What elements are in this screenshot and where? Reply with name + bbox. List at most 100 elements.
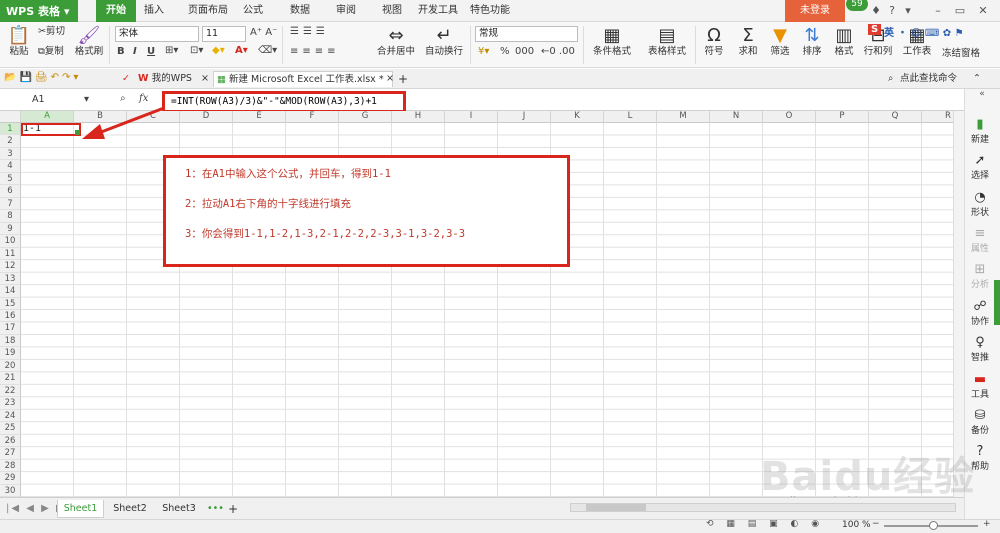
sheet-tab-2[interactable]: Sheet2: [108, 500, 152, 518]
row-header[interactable]: 11: [0, 247, 21, 261]
column-header[interactable]: L: [604, 111, 657, 123]
sogou-s-icon[interactable]: S: [868, 24, 882, 35]
row-header[interactable]: 2: [0, 135, 21, 148]
close-tab-icon[interactable]: ×: [386, 71, 394, 87]
row-header[interactable]: 17: [0, 322, 21, 335]
help-icon[interactable]: ?: [884, 3, 900, 19]
font-color-icon[interactable]: A▾: [235, 45, 248, 56]
comma-style-icon[interactable]: 000: [515, 46, 534, 57]
sidebar-item-tools[interactable]: ▬ 工具: [964, 373, 996, 401]
close-icon[interactable]: ✕: [975, 3, 991, 19]
vertical-align-icons[interactable]: ☰☰☰: [290, 26, 329, 37]
tab-my-wps[interactable]: W 我的WPS: [138, 71, 208, 87]
sort-button[interactable]: ⇅ 排序: [798, 26, 826, 58]
row-header[interactable]: 22: [0, 384, 21, 398]
row-header[interactable]: 24: [0, 409, 21, 423]
select-all-corner[interactable]: [0, 111, 21, 123]
symbol-button[interactable]: Ω 符号: [700, 26, 728, 58]
sheet-tab-3[interactable]: Sheet3: [157, 500, 201, 518]
merge-center-button[interactable]: ⇔ 合并居中: [374, 26, 418, 58]
sidebar-item-select[interactable]: ➚ 选择: [964, 154, 996, 182]
row-header[interactable]: 14: [0, 285, 21, 298]
bold-icon[interactable]: B: [117, 46, 125, 57]
border-icon[interactable]: ⊞▾: [165, 45, 178, 56]
number-format-select[interactable]: 常规: [475, 26, 578, 42]
italic-icon[interactable]: I: [133, 46, 137, 57]
vertical-scrollbar[interactable]: [953, 111, 964, 497]
horizontal-scroll-thumb[interactable]: [586, 504, 646, 511]
row-header[interactable]: 26: [0, 434, 21, 448]
merge-cells-icon[interactable]: ⊡▾: [190, 45, 203, 56]
tab-insert[interactable]: 插入: [140, 0, 168, 22]
font-select[interactable]: 宋体: [115, 26, 199, 42]
percent-icon[interactable]: %: [500, 46, 510, 57]
notification-badge[interactable]: 59: [846, 0, 868, 11]
sidebar-item-properties[interactable]: ≡ 属性: [964, 227, 996, 255]
pin-icon[interactable]: ✓: [122, 71, 130, 87]
tab-workbook[interactable]: ▦ 新建 Microsoft Excel 工作表.xlsx *: [213, 71, 393, 87]
insert-function-icon[interactable]: fx: [139, 93, 148, 104]
column-header[interactable]: F: [286, 111, 339, 123]
sidebar-item-backup[interactable]: ⛁ 备份: [964, 409, 996, 437]
column-header[interactable]: O: [763, 111, 816, 123]
freeze-panes-button[interactable]: 冻结窗格: [938, 48, 984, 60]
row-header[interactable]: 3: [0, 147, 21, 161]
login-button[interactable]: 未登录: [785, 0, 845, 22]
row-header[interactable]: 13: [0, 272, 21, 286]
row-header[interactable]: 1: [0, 123, 21, 136]
row-header[interactable]: 30: [0, 484, 21, 497]
view-mode-icons[interactable]: ⟲ ▦ ▤ ▣ ◐ ◉: [706, 519, 824, 529]
sidebar-item-collab[interactable]: ☍ 协作: [964, 300, 996, 328]
row-header[interactable]: 20: [0, 359, 21, 373]
tab-features[interactable]: 特色功能: [470, 0, 510, 22]
row-header[interactable]: 10: [0, 235, 21, 248]
row-header[interactable]: 25: [0, 422, 21, 435]
zoom-icon[interactable]: ⌕: [120, 93, 126, 104]
ime-chinese-icon[interactable]: 英 ・ ☺ ⌨ ✿ ⚑: [884, 24, 964, 39]
row-header[interactable]: 7: [0, 197, 21, 211]
row-header[interactable]: 21: [0, 372, 21, 385]
quick-access-icons[interactable]: 📂💾🖨↶↷▾: [4, 72, 81, 83]
close-tab-icon[interactable]: ×: [201, 71, 209, 87]
paste-button[interactable]: 📋 粘贴: [6, 26, 32, 58]
sheet-tab-1[interactable]: Sheet1: [57, 500, 104, 518]
sum-button[interactable]: Σ 求和: [734, 26, 762, 58]
table-style-button[interactable]: ▤ 表格样式: [643, 26, 691, 58]
row-header[interactable]: 5: [0, 172, 21, 186]
conditional-format-button[interactable]: ▦ 条件格式: [588, 26, 636, 58]
fill-color-icon[interactable]: ◆▾: [212, 45, 225, 56]
format-painter-button[interactable]: 🖌 格式刷: [74, 26, 104, 58]
row-header[interactable]: 18: [0, 334, 21, 348]
column-header[interactable]: J: [498, 111, 551, 123]
column-header[interactable]: E: [233, 111, 286, 123]
horizontal-align-icons[interactable]: ≡≡≡≡: [290, 46, 340, 57]
minimize-icon[interactable]: –: [930, 3, 946, 19]
add-sheet-icon[interactable]: +: [226, 500, 240, 518]
tab-home[interactable]: 开始: [96, 0, 136, 22]
row-header[interactable]: 12: [0, 260, 21, 273]
row-header[interactable]: 27: [0, 447, 21, 460]
zoom-out-icon[interactable]: −: [872, 519, 880, 529]
new-tab-icon[interactable]: +: [398, 71, 408, 87]
column-header[interactable]: A: [21, 111, 74, 123]
sidebar-item-analysis[interactable]: ⊞ 分析: [964, 263, 996, 291]
format-button[interactable]: ▥ 格式: [830, 26, 858, 58]
tab-review[interactable]: 审阅: [333, 0, 359, 22]
tab-data[interactable]: 数据: [287, 0, 313, 22]
tab-page-layout[interactable]: 页面布局: [183, 0, 233, 22]
column-header[interactable]: K: [551, 111, 604, 123]
sidebar-item-smart[interactable]: ♀ 智推: [964, 336, 996, 364]
search-icon[interactable]: ⌕: [888, 71, 893, 87]
tab-developer[interactable]: 开发工具: [418, 0, 458, 22]
sidebar-item-new[interactable]: ▮ 新建: [964, 118, 996, 146]
cut-button[interactable]: ✂剪切: [38, 26, 65, 38]
zoom-in-icon[interactable]: +: [983, 519, 991, 529]
row-header[interactable]: 8: [0, 210, 21, 223]
row-header[interactable]: 29: [0, 472, 21, 485]
row-header[interactable]: 9: [0, 222, 21, 236]
tab-formulas[interactable]: 公式: [240, 0, 266, 22]
row-header[interactable]: 23: [0, 397, 21, 410]
column-header[interactable]: I: [445, 111, 498, 123]
wrap-text-button[interactable]: ↵ 自动换行: [424, 26, 464, 58]
restore-icon[interactable]: ▭: [952, 3, 968, 19]
